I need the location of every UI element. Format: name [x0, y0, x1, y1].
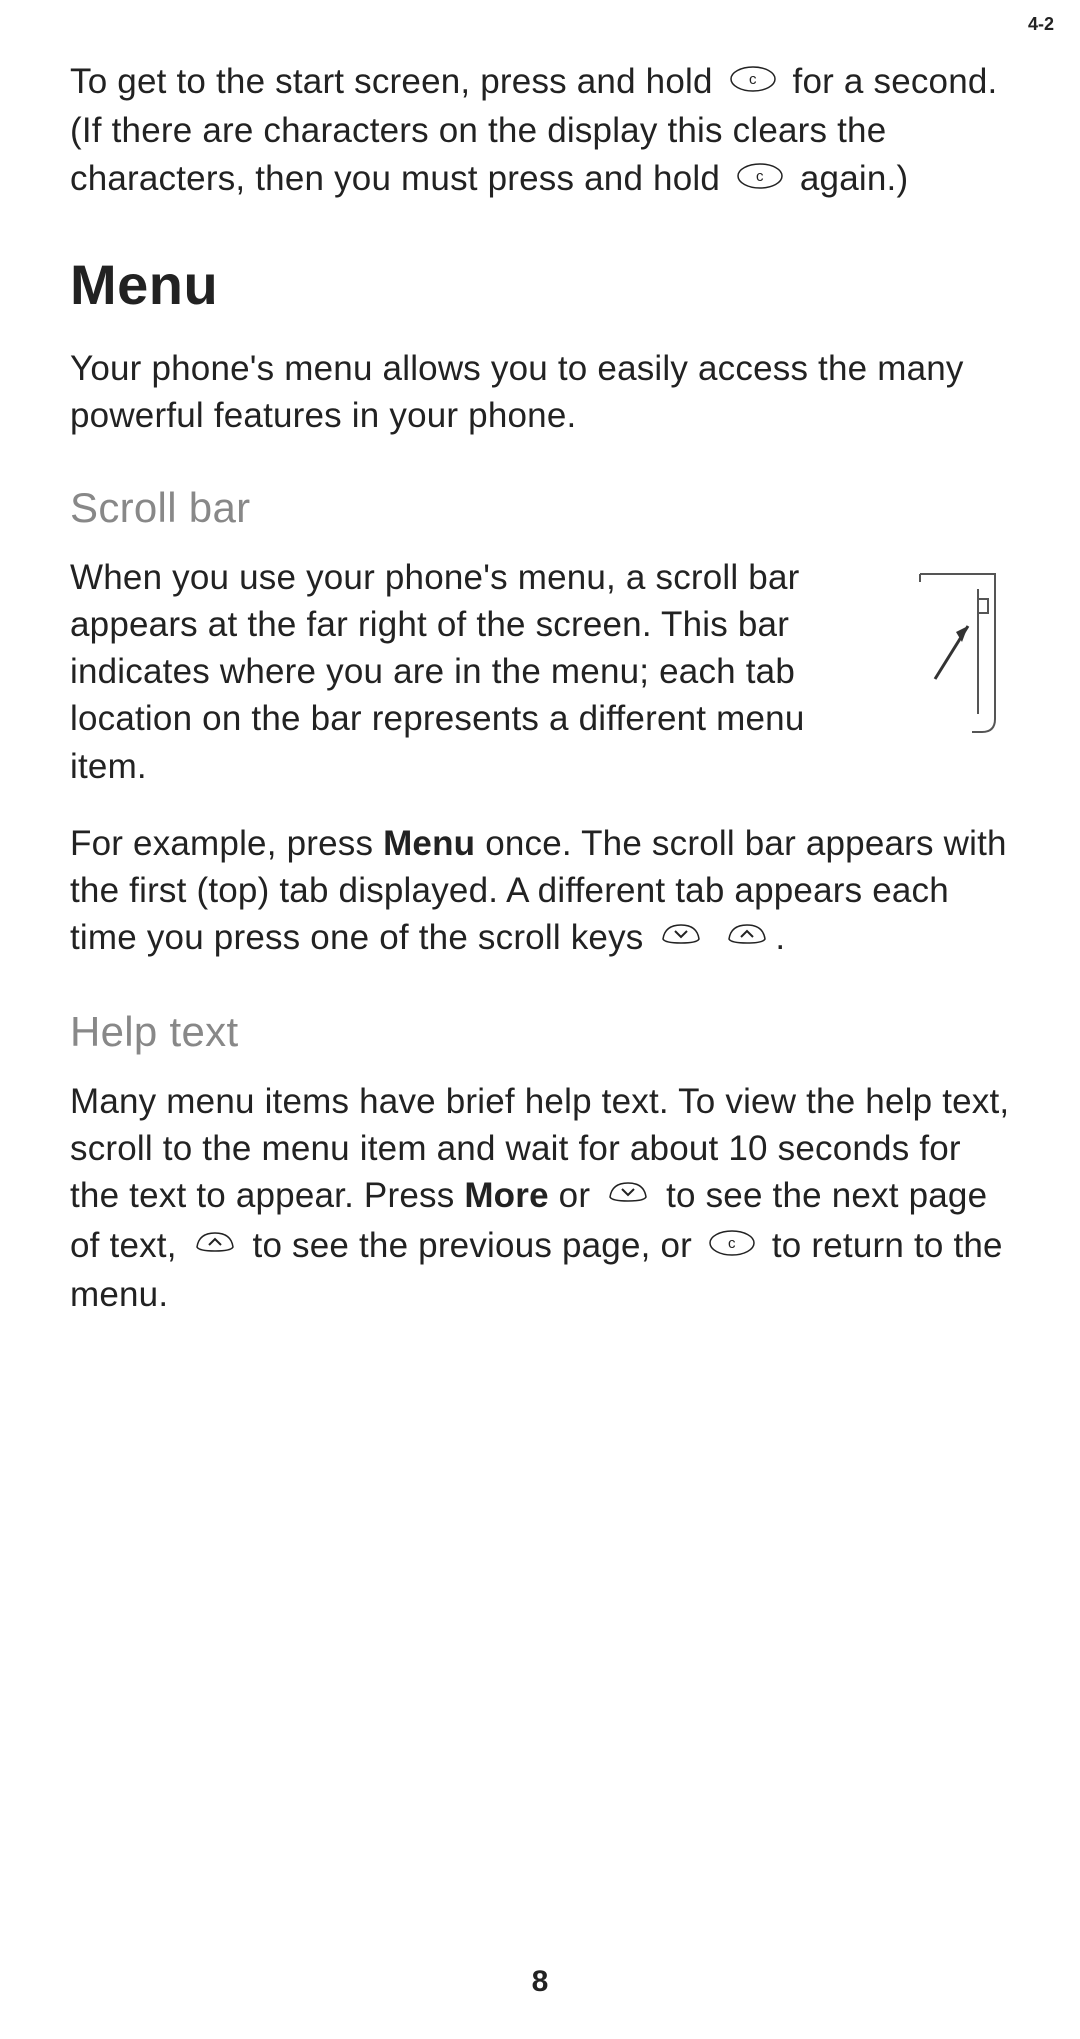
scroll-up-key-icon	[725, 914, 769, 961]
scrollbar-figure: 4-2	[900, 564, 1010, 749]
scrollbar-p2-c: .	[775, 918, 785, 957]
scrollbar-heading: Scroll bar	[70, 484, 1010, 532]
scroll-down-key-icon	[606, 1172, 650, 1219]
c-key-icon: c	[729, 58, 777, 105]
menu-paragraph: Your phone's menu allows you to easily a…	[70, 345, 1010, 440]
scrollbar-p2-a: For example, press	[70, 824, 383, 863]
scrollbar-block: 4-2 When you use your phone's menu, a sc…	[70, 554, 1010, 820]
bold-more: More	[464, 1176, 548, 1215]
helptext-p1-b: or	[549, 1176, 600, 1215]
scroll-up-key-icon	[193, 1222, 237, 1269]
figure-label-text: 4-2	[1028, 14, 1054, 35]
intro-text-1: To get to the start screen, press and ho…	[70, 62, 723, 101]
intro-paragraph: To get to the start screen, press and ho…	[70, 58, 1010, 204]
bold-menu: Menu	[383, 824, 475, 863]
svg-text:c: c	[756, 168, 764, 185]
intro-text-3: again.)	[800, 159, 908, 198]
helptext-p1-d: to see the previous page, or	[253, 1226, 702, 1265]
scrollbar-paragraph-2: For example, press Menu once. The scroll…	[70, 820, 1010, 964]
c-key-icon: c	[708, 1222, 756, 1269]
page-number: 8	[0, 1965, 1080, 1999]
c-key-icon: c	[736, 155, 784, 202]
svg-text:c: c	[749, 71, 757, 88]
helptext-paragraph: Many menu items have brief help text. To…	[70, 1078, 1010, 1319]
scroll-down-key-icon	[659, 914, 703, 961]
helptext-heading: Help text	[70, 1008, 1010, 1056]
document-page: To get to the start screen, press and ho…	[0, 0, 1080, 2039]
svg-text:c: c	[728, 1235, 736, 1252]
menu-heading: Menu	[70, 252, 1010, 317]
scrollbar-paragraph-1: When you use your phone's menu, a scroll…	[70, 554, 880, 790]
